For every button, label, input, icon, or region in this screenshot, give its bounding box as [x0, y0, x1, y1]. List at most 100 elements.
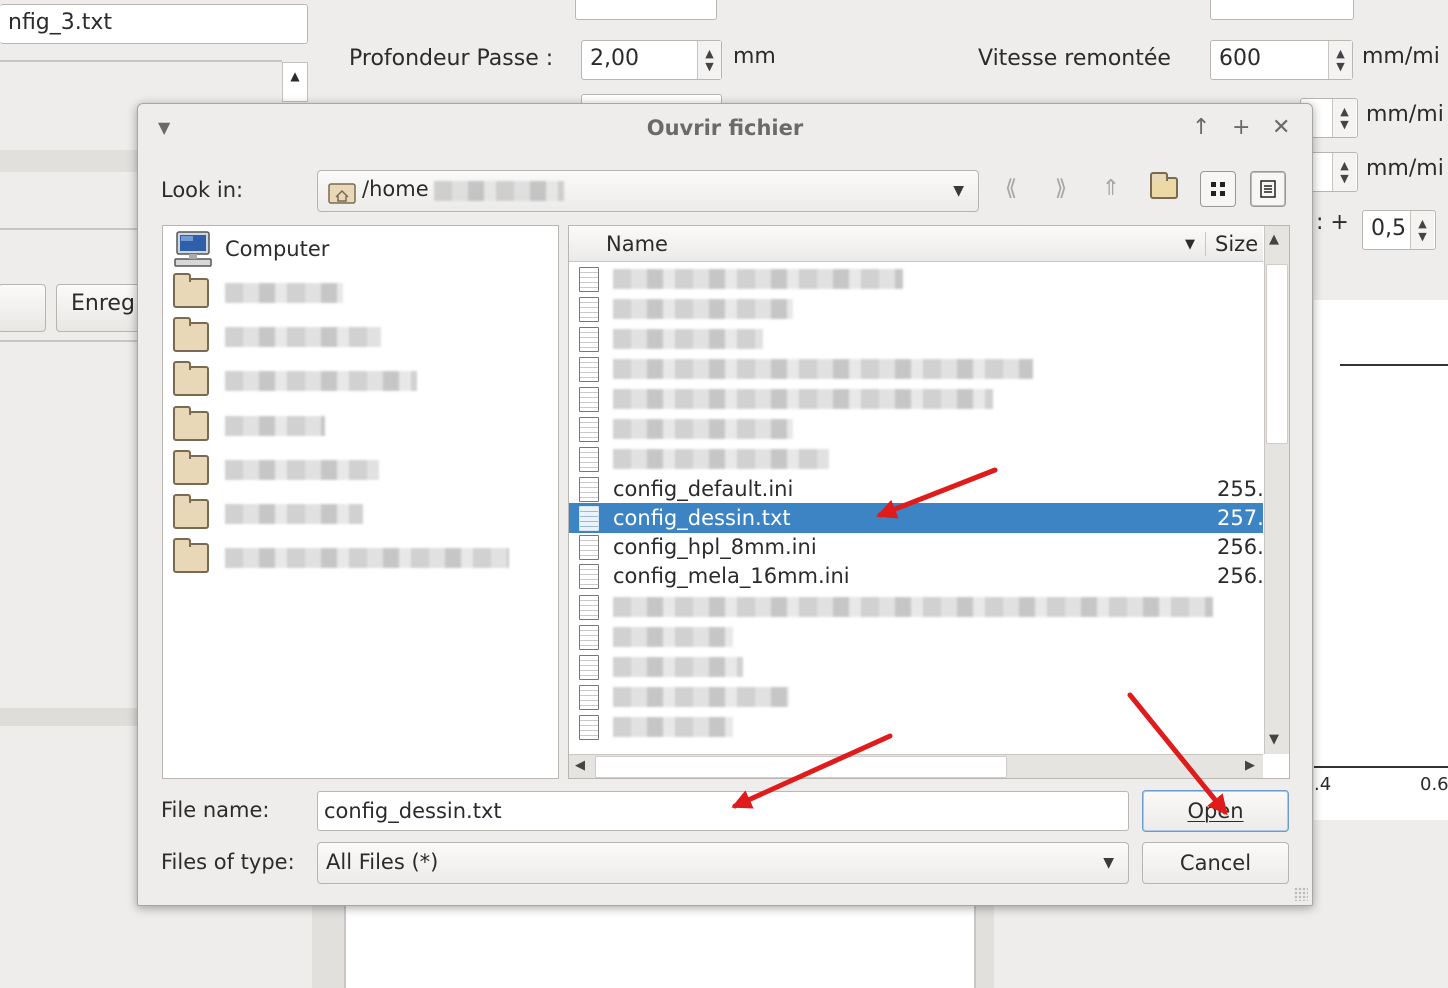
file-name: config_hpl_8mm.ini	[613, 535, 817, 559]
back-icon[interactable]: ⟪	[993, 170, 1029, 206]
profondeur-unit: mm	[733, 44, 776, 69]
place-folder[interactable]	[173, 406, 325, 446]
spin-arrows[interactable]: ▲ ▼	[1332, 153, 1356, 191]
list-item[interactable]	[569, 354, 1263, 384]
vitesse-unit: mm/mi	[1362, 44, 1440, 69]
place-home[interactable]	[173, 273, 343, 313]
parent-directory-icon[interactable]: ⇑	[1093, 170, 1129, 206]
list-item[interactable]	[569, 682, 1263, 712]
list-item[interactable]	[569, 294, 1263, 324]
redacted-file	[613, 449, 829, 469]
plus-label: : +	[1316, 210, 1349, 235]
list-item[interactable]	[569, 414, 1263, 444]
place-folder[interactable]	[173, 494, 363, 534]
dialog-titlebar[interactable]: ▼ Ouvrir fichier ↑ + ✕	[138, 104, 1312, 154]
profondeur-spin-arrows[interactable]: ▲ ▼	[697, 41, 721, 79]
document-icon	[579, 386, 599, 412]
file-row-config-hpl[interactable]: config_hpl_8mm.ini 256.	[569, 532, 1264, 562]
place-folder[interactable]	[173, 450, 379, 490]
axis-tick-label: .4	[1314, 774, 1332, 795]
folder-icon	[173, 317, 209, 352]
list-item[interactable]	[569, 264, 1263, 294]
place-folder[interactable]	[173, 317, 381, 357]
background-spinbox[interactable]	[1210, 0, 1354, 20]
files-of-type-combo[interactable]: All Files (*) ▼	[317, 842, 1129, 884]
vitesse-label: Vitesse remontée	[978, 46, 1171, 71]
keep-above-icon[interactable]: ↑	[1192, 116, 1210, 140]
look-in-path: /home	[362, 177, 429, 201]
place-folder[interactable]	[173, 361, 417, 401]
list-item[interactable]	[569, 324, 1263, 354]
computer-icon	[174, 231, 212, 267]
redacted-path	[434, 181, 564, 201]
list-item[interactable]	[569, 712, 1263, 742]
redacted-file	[613, 627, 733, 647]
column-header-size[interactable]: Size	[1215, 226, 1258, 262]
list-item[interactable]	[569, 384, 1263, 414]
cancel-button[interactable]: Cancel	[1142, 842, 1289, 884]
background-panel	[312, 906, 346, 988]
file-row-config-mela[interactable]: config_mela_16mm.ini 256.	[569, 561, 1264, 591]
close-icon[interactable]: ✕	[1272, 116, 1290, 140]
file-row-config-dessin[interactable]: config_dessin.txt 257.	[569, 503, 1264, 533]
open-button[interactable]: Open	[1142, 790, 1289, 832]
folder-icon	[173, 494, 209, 529]
scroll-up-button[interactable]: ▲	[282, 62, 308, 102]
document-icon	[579, 296, 599, 322]
list-item[interactable]	[569, 592, 1263, 622]
look-in-combo[interactable]: /home ▼	[317, 170, 979, 212]
background-button[interactable]	[0, 284, 46, 332]
vertical-scrollbar-thumb[interactable]	[1266, 264, 1288, 444]
icon-view-icon[interactable]	[1200, 171, 1236, 207]
place-label: Computer	[225, 237, 330, 261]
chevron-down-icon: ▼	[953, 183, 964, 199]
plot-axis	[1314, 766, 1448, 768]
maximize-icon[interactable]: +	[1232, 116, 1250, 140]
files-of-type-label: Files of type:	[161, 850, 295, 874]
redacted-file	[613, 329, 763, 349]
background-spinbox[interactable]	[575, 0, 717, 20]
axis-tick-label: 0.6	[1420, 774, 1448, 795]
scroll-left-icon[interactable]: ◀	[575, 758, 585, 773]
place-computer[interactable]: Computer	[173, 229, 329, 269]
redacted-file	[613, 717, 733, 737]
home-folder-icon	[328, 183, 356, 204]
redacted-file	[613, 299, 793, 319]
document-icon	[579, 654, 599, 680]
spin-arrows[interactable]: ▲ ▼	[1332, 99, 1356, 137]
unit-label: mm/mi	[1366, 102, 1444, 127]
spin-arrows[interactable]: ▲ ▼	[1410, 211, 1434, 249]
vitesse-spin-arrows[interactable]: ▲ ▼	[1328, 41, 1352, 79]
scroll-down-icon[interactable]: ▼	[1269, 732, 1279, 747]
document-icon	[579, 714, 599, 740]
list-item[interactable]	[569, 622, 1263, 652]
redacted-place	[225, 371, 417, 391]
dialog-title: Ouvrir fichier	[646, 116, 804, 140]
list-item[interactable]	[569, 652, 1263, 682]
forward-icon[interactable]: ⟫	[1043, 170, 1079, 206]
list-view-icon[interactable]	[1250, 171, 1286, 207]
place-folder[interactable]	[173, 538, 509, 578]
file-name-input[interactable]: config_dessin.txt	[317, 791, 1129, 831]
background-filename-field[interactable]: nfig_3.txt	[0, 4, 308, 44]
file-name: config_mela_16mm.ini	[613, 564, 850, 588]
redacted-file	[613, 389, 993, 409]
file-size: 257.	[1217, 506, 1264, 530]
horizontal-scrollbar-thumb[interactable]	[595, 756, 1007, 778]
sort-indicator-icon: ▼	[1185, 236, 1195, 252]
column-header-name[interactable]: Name	[606, 226, 668, 262]
document-icon	[579, 326, 599, 352]
list-item[interactable]	[569, 444, 1263, 474]
document-icon	[579, 446, 599, 472]
places-sidebar: Computer	[162, 225, 559, 779]
home-folder-icon	[173, 273, 209, 308]
resize-grip[interactable]	[1294, 887, 1308, 901]
document-icon	[579, 534, 599, 560]
redacted-file	[613, 419, 793, 439]
scroll-up-icon[interactable]: ▲	[1269, 232, 1279, 247]
scroll-right-icon[interactable]: ▶	[1245, 758, 1255, 773]
file-row-config-default[interactable]: config_default.ini 255.	[569, 474, 1264, 504]
new-folder-icon[interactable]	[1146, 170, 1182, 206]
redacted-file	[613, 657, 743, 677]
look-in-label: Look in:	[161, 178, 244, 202]
